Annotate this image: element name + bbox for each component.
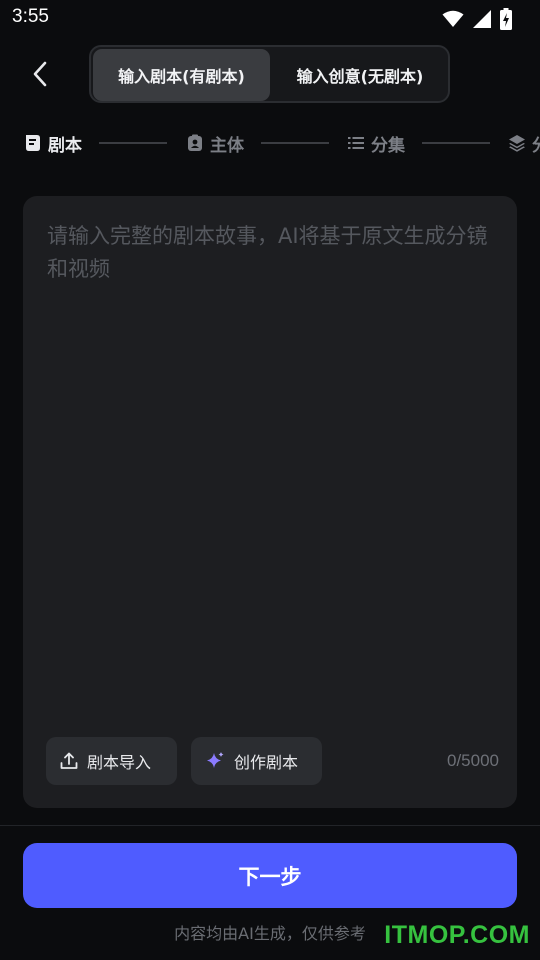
progress-stepper: 剧本 主体 分集: [0, 128, 540, 158]
import-label: 剧本导入: [87, 753, 152, 772]
watermark-logo: ITMOP.COM: [384, 921, 530, 949]
script-editor-card: 剧本导入 创作剧本 0/5000: [23, 196, 517, 808]
status-bar: 3:55: [0, 0, 540, 38]
create-script-button[interactable]: 创作剧本: [191, 737, 322, 785]
step-label: 主体: [210, 135, 244, 156]
layers-icon: [508, 134, 526, 152]
status-time: 3:55: [12, 6, 49, 27]
subject-icon: [186, 134, 204, 152]
footer-divider: [0, 825, 540, 826]
step-label: 剧本: [48, 135, 82, 156]
next-step-button[interactable]: 下一步: [23, 843, 517, 908]
step-connector: [99, 142, 167, 144]
step-subject: 主体: [186, 128, 244, 158]
import-script-button[interactable]: 剧本导入: [46, 737, 177, 785]
create-label: 创作剧本: [234, 753, 299, 772]
sparkle-icon: [207, 752, 224, 768]
step-label: 分: [532, 131, 540, 156]
char-counter: 0/5000: [447, 751, 499, 770]
step-script: 剧本: [24, 128, 82, 158]
back-button[interactable]: [24, 58, 56, 90]
step-connector: [261, 142, 329, 144]
chevron-left-icon: [33, 61, 47, 87]
battery-icon: [500, 8, 512, 30]
step-label: 分集: [371, 135, 405, 156]
tab-input-script[interactable]: 输入剧本(有剧本): [93, 49, 270, 101]
step-connector: [422, 142, 490, 144]
wifi-icon: [442, 10, 464, 27]
step-episodes: 分集: [347, 128, 405, 158]
script-input[interactable]: [47, 220, 493, 720]
app-screen: 3:55 输入剧本(有剧本) 输入创意(无剧本) 剧本 主体 分集 请输入完整的…: [0, 0, 540, 960]
signal-icon: [473, 10, 491, 28]
list-icon: [347, 134, 365, 152]
tab-input-idea[interactable]: 输入创意(无剧本): [274, 49, 446, 101]
script-icon: [24, 134, 42, 152]
step-storyboard: 分: [508, 128, 540, 158]
status-icons: [442, 8, 512, 30]
mode-segmented-control: 输入剧本(有剧本) 输入创意(无剧本): [89, 45, 450, 103]
upload-icon: [60, 752, 78, 769]
